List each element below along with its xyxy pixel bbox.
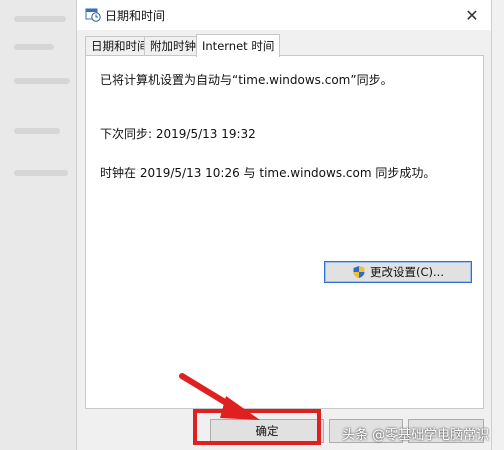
next-sync-text: 下次同步: 2019/5/13 19:32: [100, 127, 256, 141]
date-time-dialog: 日期和时间 ✕ 日期和时间 附加时钟 Internet 时间 已将计算机设置为自…: [76, 0, 492, 450]
close-button[interactable]: ✕: [459, 3, 485, 27]
background-blur-line: [14, 78, 70, 84]
uac-shield-icon: [353, 266, 365, 278]
title-bar: 日期和时间 ✕: [77, 0, 491, 30]
tab-internet-time[interactable]: Internet 时间: [196, 34, 281, 57]
background-blur-line: [14, 16, 66, 22]
clock-calendar-icon: [85, 8, 101, 22]
close-icon: ✕: [465, 5, 479, 25]
sync-setting-text: 已将计算机设置为自动与“time.windows.com”同步。: [100, 73, 393, 87]
last-sync-result-text: 时钟在 2019/5/13 10:26 与 time.windows.com 同…: [100, 166, 436, 180]
background-blur-line: [14, 44, 54, 50]
tab-additional-clocks[interactable]: 附加时钟: [144, 36, 202, 56]
internet-time-panel: 已将计算机设置为自动与“time.windows.com”同步。 下次同步: 2…: [85, 55, 484, 409]
background-window: [0, 0, 80, 450]
watermark: 头条 @零基础学电脑常识: [342, 428, 490, 443]
change-settings-label: 更改设置(C)...: [370, 265, 444, 279]
background-blur-line: [14, 170, 68, 176]
window-title: 日期和时间: [105, 9, 166, 23]
annotation-arrow-icon: [179, 373, 260, 420]
change-settings-button[interactable]: 更改设置(C)...: [324, 261, 472, 283]
background-blur-line: [14, 128, 60, 134]
